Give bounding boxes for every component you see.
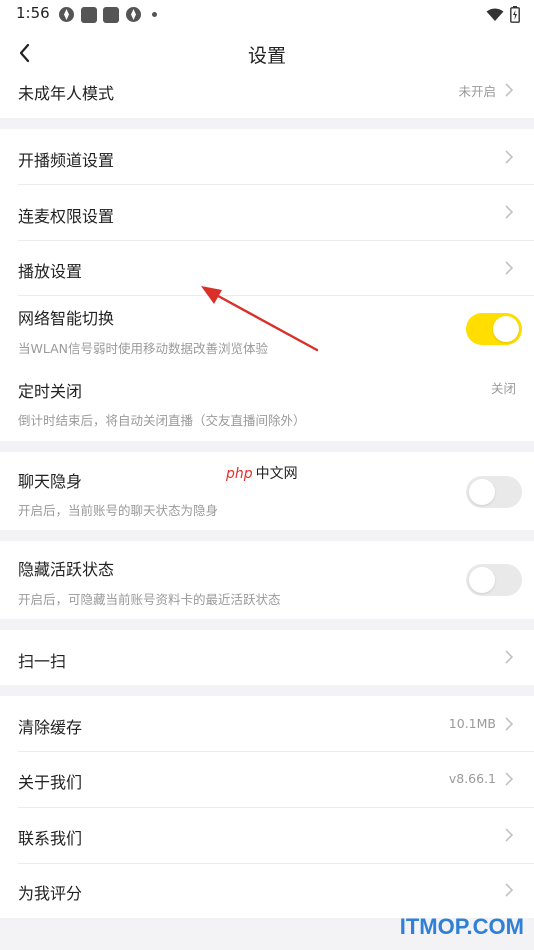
chevron-right-icon <box>505 261 514 275</box>
php-watermark: php 中文网 <box>226 463 298 483</box>
app-notification-icon <box>81 6 97 23</box>
chat-stealth-toggle[interactable] <box>466 476 522 508</box>
chevron-right-icon <box>505 650 514 664</box>
chevron-right-icon <box>505 205 514 219</box>
row-label: 联系我们 <box>18 829 83 848</box>
chevron-right-icon <box>505 717 514 731</box>
row-timer-close[interactable]: 定时关闭 倒计时结束后，将自动关闭直播（交友直播间除外） 关闭 <box>0 366 534 441</box>
row-value: 未开启 <box>458 84 496 99</box>
row-label: 播放设置 <box>18 262 83 281</box>
row-value: 10.1MB <box>448 716 496 731</box>
row-label: 开播频道设置 <box>18 151 115 170</box>
battery-icon <box>510 6 520 23</box>
chevron-right-icon <box>505 828 514 842</box>
header: 设置 <box>0 30 534 76</box>
php-watermark-text: 中文网 <box>255 466 298 482</box>
row-label: 清除缓存 <box>18 718 83 737</box>
page-title: 设置 <box>247 45 286 67</box>
app-notification-icon <box>126 7 141 22</box>
toggle-knob <box>469 567 495 593</box>
site-watermark: ITMOP.COM <box>399 914 524 939</box>
settings-section: 清除缓存 10.1MB 关于我们 v8.66.1 联系我们 为我评分 <box>0 696 534 918</box>
row-label: 为我评分 <box>18 884 83 903</box>
toggle-knob <box>469 479 495 505</box>
row-minor-mode[interactable]: 未成年人模式 未开启 <box>0 76 534 118</box>
status-bar: 1:56 <box>0 0 534 30</box>
annotation-arrow-icon <box>201 286 319 352</box>
row-contact-us[interactable]: 联系我们 <box>0 808 534 863</box>
app-notification-icon <box>59 7 74 22</box>
row-value: 关闭 <box>490 381 516 396</box>
system-icons <box>486 6 520 23</box>
row-mic-permission[interactable]: 连麦权限设置 <box>0 185 534 240</box>
row-label: 未成年人模式 <box>18 84 115 103</box>
row-label: 连麦权限设置 <box>18 207 115 226</box>
row-description: 开启后，可隐藏当前账号资料卡的最近活跃状态 <box>18 592 281 607</box>
status-time: 1:56 <box>16 4 50 22</box>
row-value: v8.66.1 <box>448 771 496 786</box>
chevron-right-icon <box>505 83 514 97</box>
notification-icons <box>58 6 157 23</box>
row-label: 定时关闭 <box>18 382 83 401</box>
row-description: 开启后，当前账号的聊天状态为隐身 <box>18 503 219 518</box>
php-logo-text: php <box>226 466 253 482</box>
row-label: 扫一扫 <box>18 652 67 671</box>
row-label: 关于我们 <box>18 773 83 792</box>
toggle-knob <box>493 316 519 342</box>
wifi-icon <box>486 8 504 21</box>
settings-section: 扫一扫 <box>0 630 534 685</box>
row-channel-settings[interactable]: 开播频道设置 <box>0 129 534 185</box>
network-switch-toggle[interactable] <box>466 313 522 345</box>
row-label: 隐藏活跃状态 <box>18 560 115 579</box>
row-hide-active-status: 隐藏活跃状态 开启后，可隐藏当前账号资料卡的最近活跃状态 <box>0 541 534 619</box>
hide-active-toggle[interactable] <box>466 564 522 596</box>
more-notifications-icon <box>152 12 157 17</box>
row-rate-us[interactable]: 为我评分 <box>0 864 534 918</box>
chevron-right-icon <box>505 150 514 164</box>
row-about-us[interactable]: 关于我们 v8.66.1 <box>0 752 534 807</box>
row-scan[interactable]: 扫一扫 <box>0 630 534 685</box>
app-notification-icon <box>103 6 119 23</box>
chevron-right-icon <box>505 772 514 786</box>
chevron-right-icon <box>505 883 514 897</box>
settings-section: 未成年人模式 未开启 <box>0 76 534 118</box>
row-clear-cache[interactable]: 清除缓存 10.1MB <box>0 696 534 751</box>
row-description: 倒计时结束后，将自动关闭直播（交友直播间除外） <box>18 413 306 428</box>
settings-section: 隐藏活跃状态 开启后，可隐藏当前账号资料卡的最近活跃状态 <box>0 541 534 619</box>
row-label: 聊天隐身 <box>18 472 83 491</box>
row-label: 网络智能切换 <box>18 309 115 328</box>
